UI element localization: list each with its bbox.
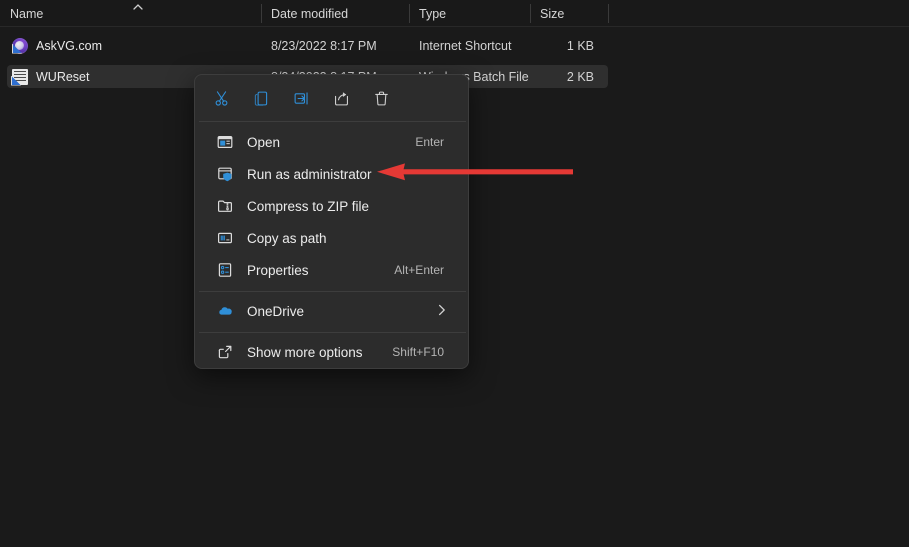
shield-admin-glyph: [217, 166, 233, 182]
context-menu-toolbar: [195, 75, 468, 121]
menu-item-compress-to-zip[interactable]: Compress to ZIP file: [199, 190, 466, 222]
arrow-left-icon: [373, 160, 578, 184]
file-name-label: AskVG.com: [36, 39, 102, 53]
file-size: 2 KB: [530, 65, 608, 88]
file-date-modified: 8/23/2022 8:17 PM: [261, 34, 409, 57]
column-header-size[interactable]: Size: [530, 0, 608, 27]
menu-item-properties[interactable]: Properties Alt+Enter: [199, 254, 466, 286]
zip-folder-glyph: [217, 198, 233, 214]
file-size-label: 2 KB: [567, 70, 594, 84]
menu-item-run-as-administrator-label: Run as administrator: [247, 167, 372, 182]
column-header-type[interactable]: Type: [409, 0, 530, 27]
file-name-label: WUReset: [36, 70, 89, 84]
table-row[interactable]: AskVG.com 8/23/2022 8:17 PM Internet Sho…: [7, 34, 608, 57]
file-size: 1 KB: [530, 34, 608, 57]
context-menu: Open Enter Run as administrator: [194, 74, 469, 369]
onedrive-cloud-glyph: [217, 303, 233, 319]
copy-button[interactable]: [246, 83, 276, 113]
shield-admin-icon: [217, 166, 233, 182]
file-type: Internet Shortcut: [409, 34, 530, 57]
menu-item-open[interactable]: Open Enter: [199, 126, 466, 158]
menu-item-copy-as-path[interactable]: Copy as path: [199, 222, 466, 254]
share-icon: [333, 90, 350, 107]
chevron-up-glyph: [132, 2, 144, 12]
menu-item-open-label: Open: [247, 135, 280, 150]
menu-item-show-more-options[interactable]: Show more options Shift+F10: [199, 336, 466, 368]
column-header-date-modified[interactable]: Date modified: [261, 0, 409, 27]
menu-item-copy-as-path-label: Copy as path: [247, 231, 327, 246]
annotation-arrow: [373, 160, 578, 184]
internet-shortcut-icon: [12, 38, 28, 54]
copy-path-glyph: [217, 230, 233, 246]
column-header-name-label: Name: [10, 7, 43, 21]
copy-path-icon: [217, 230, 233, 246]
properties-list-glyph: [217, 262, 233, 278]
chevron-right-glyph: [438, 304, 446, 316]
menu-item-onedrive-label: OneDrive: [247, 304, 304, 319]
file-type-label: Internet Shortcut: [419, 39, 511, 53]
file-name-cell: AskVG.com: [7, 34, 255, 57]
file-size-label: 1 KB: [567, 39, 594, 53]
menu-item-properties-accel: Alt+Enter: [394, 263, 444, 277]
menu-separator: [199, 291, 466, 292]
open-window-glyph: [217, 134, 233, 150]
delete-button[interactable]: [366, 83, 396, 113]
explorer-window: Name Date modified Type Size AskVG.com 8…: [0, 0, 909, 547]
share-button[interactable]: [326, 83, 356, 113]
chevron-up-icon: [132, 2, 144, 12]
column-header-type-label: Type: [419, 7, 446, 21]
menu-item-show-more-options-accel: Shift+F10: [392, 345, 444, 359]
chevron-right-icon: [438, 304, 446, 319]
column-header-date-modified-label: Date modified: [271, 7, 348, 21]
column-divider[interactable]: [608, 4, 609, 23]
zip-folder-icon: [217, 198, 233, 214]
rename-button[interactable]: [286, 83, 316, 113]
menu-item-compress-to-zip-label: Compress to ZIP file: [247, 199, 369, 214]
menu-separator: [199, 121, 466, 122]
menu-item-properties-label: Properties: [247, 263, 309, 278]
batch-file-icon: [12, 69, 28, 85]
file-date-modified-label: 8/23/2022 8:17 PM: [271, 39, 377, 53]
show-more-icon: [217, 344, 233, 360]
trash-icon: [373, 90, 390, 107]
scissors-icon: [213, 90, 230, 107]
rename-icon: [293, 90, 310, 107]
column-header-name[interactable]: Name: [0, 0, 261, 27]
file-list-header: Name Date modified Type Size: [0, 0, 909, 27]
properties-list-icon: [217, 262, 233, 278]
menu-item-onedrive[interactable]: OneDrive: [199, 295, 466, 327]
copy-icon: [253, 90, 270, 107]
menu-separator: [199, 332, 466, 333]
menu-item-show-more-options-label: Show more options: [247, 345, 363, 360]
column-header-size-label: Size: [540, 7, 564, 21]
menu-item-open-accel: Enter: [415, 135, 444, 149]
cut-button[interactable]: [206, 83, 236, 113]
show-more-glyph: [217, 344, 233, 360]
open-window-icon: [217, 134, 233, 150]
onedrive-cloud-icon: [217, 303, 233, 319]
